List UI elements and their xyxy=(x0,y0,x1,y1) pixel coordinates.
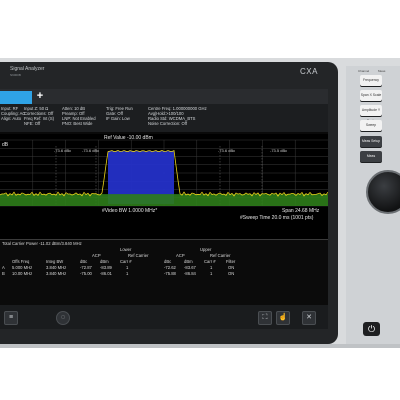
peak-label: -73.6 dBc xyxy=(54,148,72,153)
video-bw-label: #Video BW 1.0000 MHz* xyxy=(102,208,158,214)
cell: 3.840 MHz xyxy=(46,265,67,270)
cell: -83.89 xyxy=(100,265,112,270)
series-label: N9000B xyxy=(10,73,21,77)
power-icon[interactable]: ⏻ xyxy=(363,322,380,336)
close-icon[interactable]: ✕ xyxy=(302,311,316,325)
peak-label: -73.6 dBc xyxy=(82,148,100,153)
chassis-bottom xyxy=(0,344,400,348)
ref-value-label: Ref Value -10.00 dBm xyxy=(104,135,153,141)
add-tab-button[interactable]: + xyxy=(34,90,46,102)
cell: 1 xyxy=(210,271,213,276)
span-key[interactable]: Span X Scale xyxy=(360,90,382,101)
cell: ON xyxy=(228,271,235,276)
col-header: Integ BW xyxy=(46,259,64,264)
cell: 3.840 MHz xyxy=(46,271,67,276)
lower-acp-subheader: ACP xyxy=(92,253,101,258)
cell: 1 xyxy=(126,265,129,270)
channel-head: Channel xyxy=(358,69,370,73)
amplitude-key[interactable]: Amplitude Y Scale xyxy=(360,105,382,123)
model-label: CXA xyxy=(300,67,318,76)
system-bar: ≡ ◌ ⛶ ☝ ✕ xyxy=(0,305,328,329)
row-label: A xyxy=(2,265,5,270)
col-header: Carr # xyxy=(120,259,132,264)
tab-active-measurement[interactable] xyxy=(0,91,32,104)
cell: 10.00 MHz xyxy=(12,271,33,276)
peak-label: -73.6 dBc xyxy=(218,148,236,153)
scale-label: dB xyxy=(2,142,9,148)
col-header: Offs Freq xyxy=(12,259,30,264)
col-header: dBc xyxy=(164,259,172,264)
col-header: Filter xyxy=(226,259,236,264)
noise-floor xyxy=(0,194,328,206)
col-header: Carr # xyxy=(204,259,216,264)
upper-refc-subheader: Ref Carrier xyxy=(210,253,231,258)
acp-results-table: Total Carrier Power -11.02 dBm/3.840 MHz… xyxy=(0,239,328,306)
col-header: dBc xyxy=(80,259,88,264)
cell: -75.88 xyxy=(164,271,176,276)
meas-key[interactable]: Meas xyxy=(360,151,382,162)
cell: 5.000 MHz xyxy=(12,265,33,270)
chat-icon[interactable]: ◌ xyxy=(56,311,70,325)
cell: 1 xyxy=(210,265,213,270)
cell: 1 xyxy=(126,271,129,276)
info-input-z: Input Z: 50 Ω Corrections: Off Freq Ref:… xyxy=(24,106,55,126)
cell: -86.84 xyxy=(184,271,196,276)
sweep-time-label: #Sweep Time 20.0 ms (1001 pts) xyxy=(240,215,314,221)
cell: -86.01 xyxy=(100,271,112,276)
peak-label: -73.5 dBc xyxy=(270,148,288,153)
meas-head: Meas xyxy=(378,69,386,73)
col-header: dBm xyxy=(100,259,109,264)
touch-icon[interactable]: ☝ xyxy=(276,311,290,325)
screen: + Input: RF Coupling: AC Align: Auto Inp… xyxy=(0,89,328,329)
fullscreen-icon[interactable]: ⛶ xyxy=(258,311,272,325)
brand-label: Signal Analyzer xyxy=(10,66,45,72)
spectrum-plot[interactable]: Ref Value -10.00 dBm dB -73.6 dBc -73.6 … xyxy=(0,134,328,239)
cell: -72.62 xyxy=(164,265,176,270)
settings-bar[interactable]: Input: RF Coupling: AC Align: Auto Input… xyxy=(0,104,328,132)
instrument: Signal Analyzer N9000B CXA + Input: RF C… xyxy=(0,0,400,400)
cell: -75.00 xyxy=(80,271,92,276)
upper-acp-subheader: ACP xyxy=(176,253,185,258)
cell: -72.87 xyxy=(80,265,92,270)
info-trigger: Trig: Free Run Gate: Off IF Gain: Low xyxy=(106,106,133,121)
menu-icon[interactable]: ≡ xyxy=(4,311,18,325)
total-carrier-power: Total Carrier Power -11.02 dBm/3.840 MHz xyxy=(2,241,82,246)
sweep-key[interactable]: Sweep xyxy=(360,120,382,131)
info-input: Input: RF Coupling: AC Align: Auto xyxy=(1,106,26,121)
tab-bar: + xyxy=(0,89,328,104)
lower-refc-subheader: Ref Carrier xyxy=(128,253,149,258)
meas-setup-key[interactable]: Meas Setup xyxy=(360,136,382,147)
cell: -83.67 xyxy=(184,265,196,270)
row-label: B xyxy=(2,271,5,276)
info-atten: Atten: 10 dB Preamp: Off LNP: Not Enable… xyxy=(62,106,96,126)
upper-group-header: Upper xyxy=(200,247,212,252)
frequency-key[interactable]: Frequency xyxy=(360,75,382,86)
info-center-freq: Centre Freq: 1.000000000 GHz Avg|Hold:>1… xyxy=(148,106,207,126)
span-label: Span 24.68 MHz xyxy=(282,208,320,214)
cell: ON xyxy=(228,265,235,270)
col-header: dBm xyxy=(184,259,193,264)
lower-group-header: Lower xyxy=(120,247,132,252)
